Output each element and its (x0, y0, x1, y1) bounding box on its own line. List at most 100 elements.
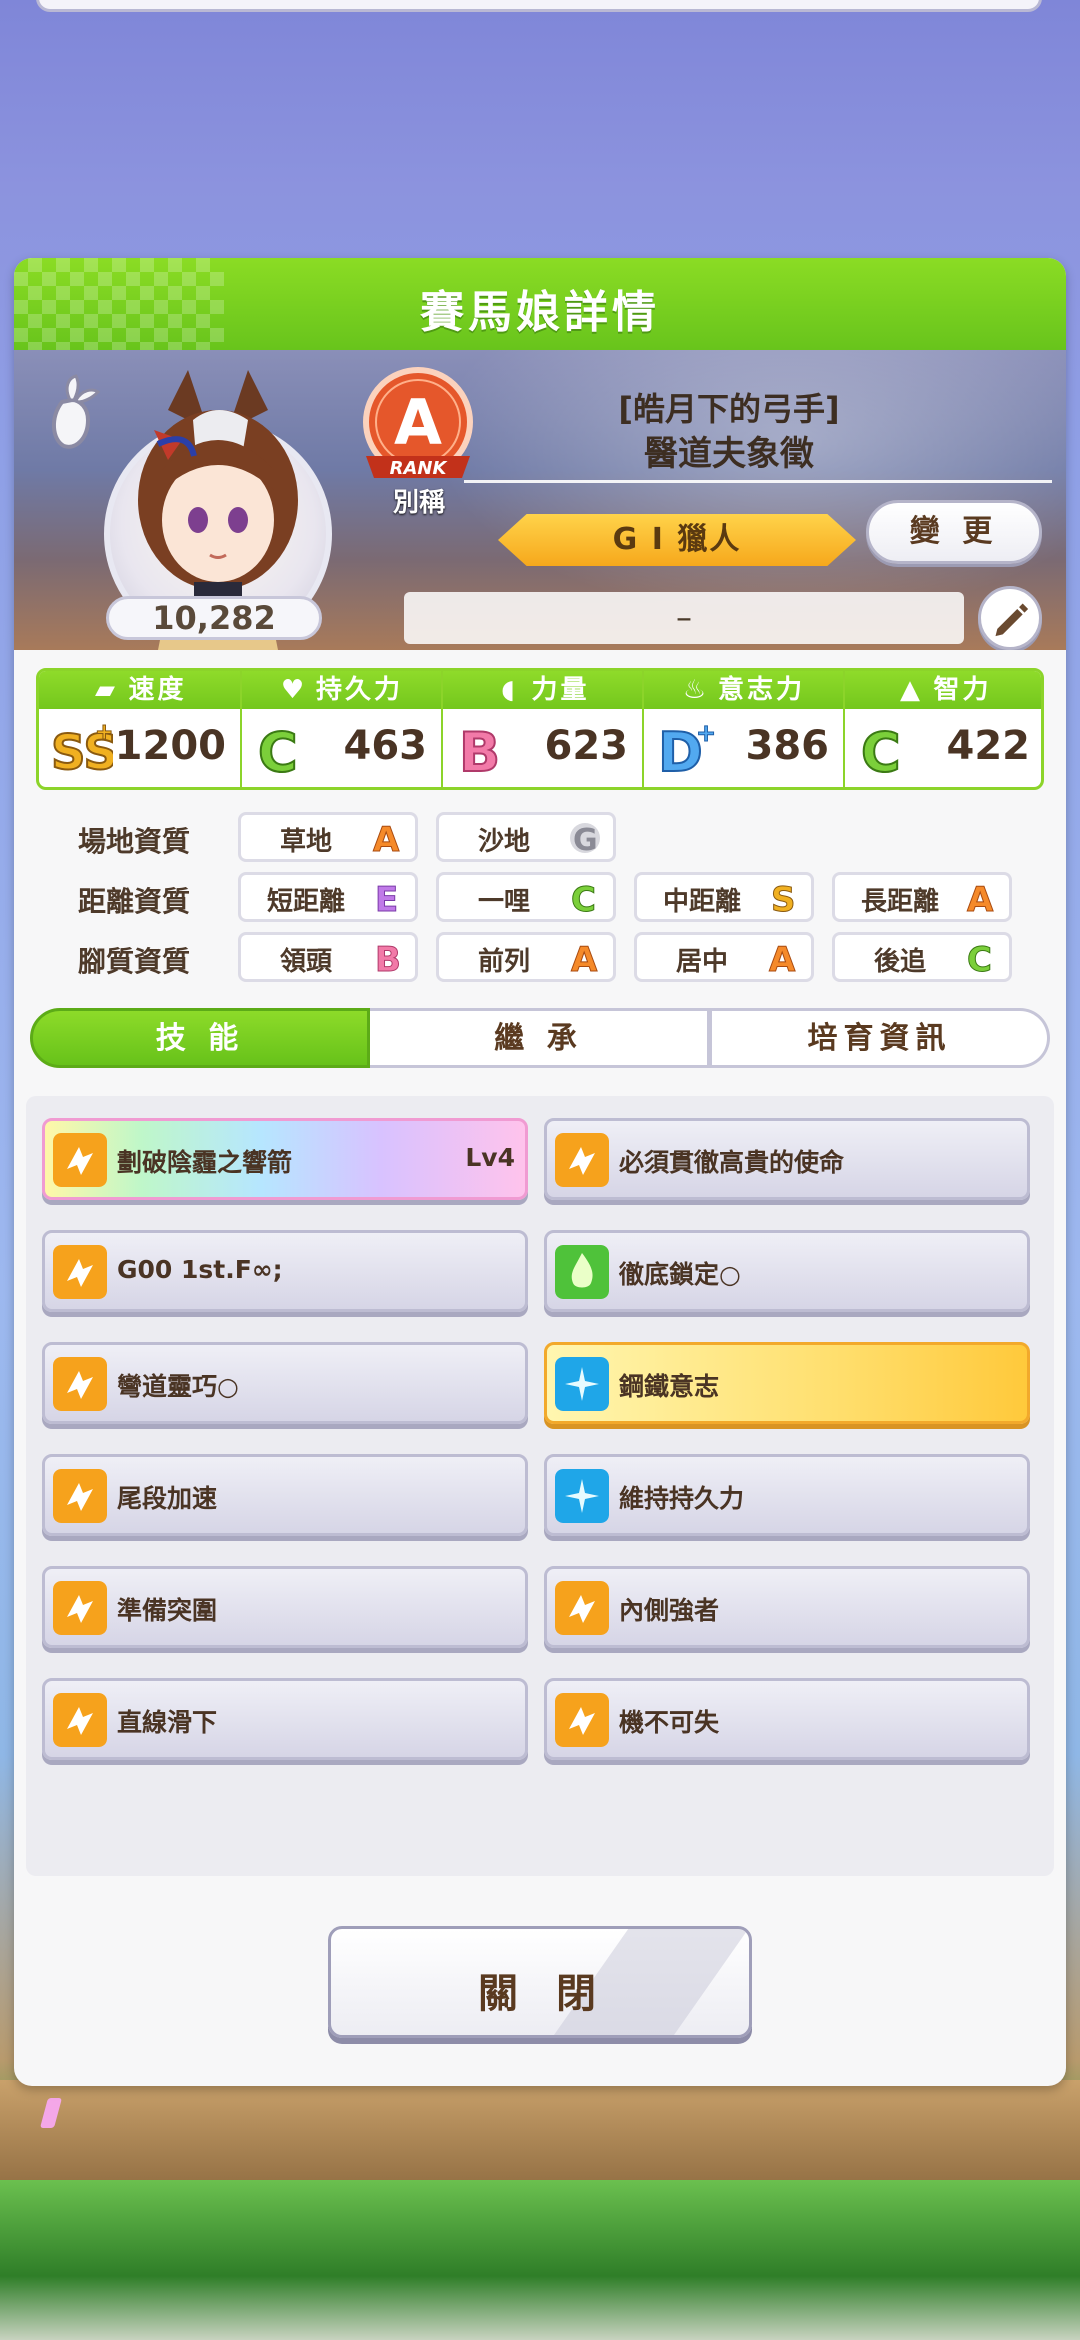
rank-badge: A RANK (363, 367, 473, 479)
style-aptitude-label: 腳質資質 (77, 945, 190, 978)
svg-text:E: E (375, 880, 398, 917)
aptitude-turf: 草地 A (238, 812, 418, 862)
stat-label: 力量 (531, 675, 590, 705)
skills-list: 劃破陰霾之響箭 Lv4 必須貫徹高貴的使命 G00 1st.F∞; 徹底鎖定○ … (26, 1096, 1054, 1876)
svg-text:A: A (967, 880, 994, 917)
detail-tabs: 技 能 繼 承 培育資訊 (30, 1008, 1050, 1072)
svg-text:A: A (571, 940, 598, 977)
grade-c-icon: C (860, 720, 902, 781)
aptitude-leader: 前列 A (436, 932, 616, 982)
skill-card[interactable]: 必須貫徹高貴的使命 (544, 1118, 1030, 1200)
svg-text:+: + (95, 720, 113, 745)
speed-skill-icon (555, 1693, 609, 1747)
speed-skill-icon (53, 1469, 107, 1523)
stat-value: 386 (745, 723, 830, 769)
skill-card[interactable]: 維持持久力 (544, 1454, 1030, 1536)
stat-guts: ♨ 意志力 D + 386 (642, 671, 843, 787)
grade-g-icon: G (570, 823, 600, 857)
tab-inheritance[interactable]: 繼 承 (370, 1008, 710, 1068)
top-strip (36, 0, 1042, 12)
comment-field: – (404, 592, 964, 644)
shoe-icon: ▰ (94, 675, 118, 705)
aptitude-mile: 一哩 C (436, 872, 616, 922)
svg-text:C: C (861, 721, 901, 781)
skill-card[interactable]: 彎道靈巧○ (42, 1342, 528, 1424)
background-grass (0, 2180, 1080, 2340)
speed-skill-icon (555, 1581, 609, 1635)
graduation-cap-icon: ▲ (899, 675, 923, 705)
change-title-button[interactable]: 變 更 (866, 500, 1042, 564)
svg-text:+: + (696, 719, 716, 747)
skill-level: Lv4 (465, 1143, 515, 1172)
profile-area: 10,282 A RANK 別稱 [皓月下的弓手] 醫道夫象徵 G I 獵人 變… (14, 350, 1066, 650)
svg-text:B: B (375, 940, 401, 977)
skill-card[interactable]: 劃破陰霾之響箭 Lv4 (42, 1118, 528, 1200)
stat-value: 463 (343, 723, 428, 769)
rank-word: RANK (390, 458, 449, 479)
speed-skill-icon (53, 1581, 107, 1635)
aptitude-runner: 領頭 B (238, 932, 418, 982)
skill-card[interactable]: 準備突圍 (42, 1566, 528, 1648)
svg-text:B: B (459, 721, 500, 781)
skill-card[interactable]: 直線滑下 (42, 1678, 528, 1760)
stat-value: 1200 (114, 723, 226, 769)
aptitude-chaser: 後追 C (832, 932, 1012, 982)
svg-text:C: C (967, 940, 992, 977)
aptitude-sprint: 短距離 E (238, 872, 418, 922)
tab-training-info[interactable]: 培育資訊 (710, 1008, 1050, 1068)
grade-b-icon: B (375, 940, 402, 978)
skill-card[interactable]: G00 1st.F∞; (42, 1230, 528, 1312)
stat-label: 持久力 (315, 675, 403, 705)
fan-count: 10,282 (106, 596, 322, 640)
grade-ss-plus-icon: SS + (50, 720, 113, 782)
grade-e-icon: E (375, 880, 399, 918)
grade-a-icon: A (769, 940, 797, 978)
grade-c-icon: C (257, 720, 299, 781)
aptitude-dirt: 沙地 G (436, 812, 616, 862)
grade-a-icon: A (373, 820, 401, 858)
stat-power: ◖ 力量 B 623 (441, 671, 642, 787)
speed-skill-icon (53, 1133, 107, 1187)
carrot-icon[interactable] (40, 372, 104, 452)
close-button[interactable]: 關 閉 (328, 1926, 752, 2038)
skill-card[interactable]: 鋼鐵意志 (544, 1342, 1030, 1424)
skill-card[interactable]: 內側強者 (544, 1566, 1030, 1648)
grade-s-icon: S (771, 880, 797, 918)
aptitude-medium: 中距離 S (634, 872, 814, 922)
skill-card[interactable]: 機不可失 (544, 1678, 1030, 1760)
track-aptitude-label: 場地資質 (77, 825, 190, 858)
skill-card[interactable]: 徹底鎖定○ (544, 1230, 1030, 1312)
grade-c-icon: C (571, 880, 597, 918)
heart-icon: ♥ (280, 675, 308, 705)
grade-c-icon: C (967, 940, 993, 978)
stat-label: 意志力 (717, 675, 805, 705)
grade-a-icon: A (571, 940, 599, 978)
stat-label: 智力 (933, 675, 992, 705)
recovery-skill-icon (555, 1469, 609, 1523)
svg-text:C: C (571, 880, 596, 917)
tab-skills[interactable]: 技 能 (30, 1008, 370, 1068)
umamusume-detail-panel: 賽馬娘詳情 10,282 A RANK 別稱 [皓月下的弓手] 醫道夫象徵 G … (14, 258, 1066, 2086)
stat-speed: ▰ 速度 SS + 1200 (39, 671, 240, 787)
character-name: 醫道夫象徵 (644, 434, 814, 474)
stats-panel: ▰ 速度 SS + 1200 ♥ 持久力 C 463 ◖ 力量 B 623 ♨ … (36, 668, 1044, 790)
stat-value: 422 (946, 723, 1031, 769)
distance-aptitude-label: 距離資質 (77, 885, 190, 918)
skill-card[interactable]: 尾段加速 (42, 1454, 528, 1536)
grade-d-plus-icon: D + (657, 719, 717, 781)
svg-text:A: A (769, 940, 796, 977)
panel-title: 賽馬娘詳情 (420, 287, 660, 338)
close-button-label: 關 閉 (478, 1971, 608, 2017)
edit-comment-button[interactable] (978, 586, 1042, 650)
svg-text:C: C (258, 721, 298, 781)
stat-label: 速度 (128, 675, 187, 705)
svg-text:A: A (373, 820, 400, 857)
svg-text:G: G (573, 823, 598, 857)
speed-skill-icon (53, 1693, 107, 1747)
title-banner: G I 獵人 (498, 514, 856, 566)
speed-skill-icon (555, 1133, 609, 1187)
recovery-skill-icon (555, 1357, 609, 1411)
panel-header: 賽馬娘詳情 (14, 258, 1066, 350)
rank-label: 別稱 (392, 488, 445, 518)
aptitude-betweener: 居中 A (634, 932, 814, 982)
